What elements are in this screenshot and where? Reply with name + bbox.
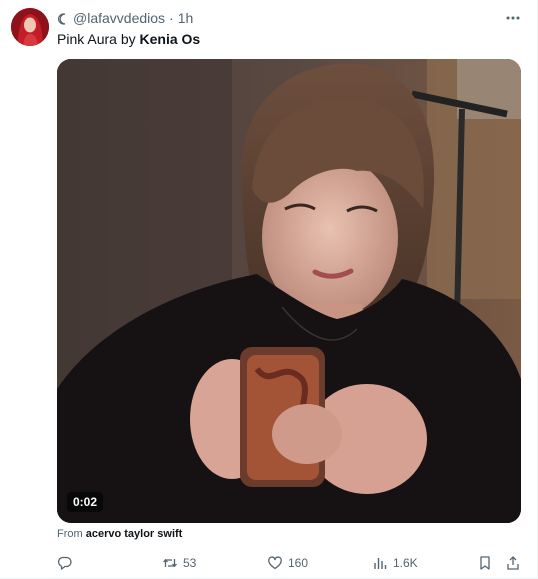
separator-dot: · bbox=[169, 10, 174, 26]
more-icon[interactable] bbox=[503, 9, 523, 27]
video-duration: 0:02 bbox=[67, 492, 104, 512]
tweet-text: Pink Aura by Kenia Os bbox=[57, 30, 200, 48]
heart-icon bbox=[268, 556, 282, 570]
reply-button[interactable] bbox=[57, 552, 78, 574]
views-count: 1.6K bbox=[393, 556, 418, 570]
retweet-count: 53 bbox=[183, 556, 197, 570]
media-source[interactable]: From acervo taylor swift bbox=[57, 528, 182, 540]
tweet-header: @lafavvdedios · 1h bbox=[57, 9, 193, 27]
timestamp[interactable]: 1h bbox=[178, 10, 194, 26]
user-handle[interactable]: @lafavvdedios bbox=[73, 10, 165, 26]
tweet-text-bold: Kenia Os bbox=[139, 31, 201, 47]
tweet-actions: 53 160 1.6K bbox=[57, 552, 525, 574]
media-source-name[interactable]: acervo taylor swift bbox=[86, 528, 183, 540]
like-count: 160 bbox=[288, 556, 309, 570]
retweet-button[interactable]: 53 bbox=[162, 552, 196, 574]
video-frame bbox=[57, 59, 521, 523]
views-button[interactable]: 1.6K bbox=[372, 552, 418, 574]
video-player[interactable]: 0:02 bbox=[57, 59, 521, 523]
bookmark-icon bbox=[480, 556, 490, 570]
like-button[interactable]: 160 bbox=[267, 552, 308, 574]
retweet-icon bbox=[163, 558, 177, 568]
media-source-prefix: From bbox=[57, 528, 86, 540]
reply-icon bbox=[57, 556, 72, 570]
bookmark-button[interactable] bbox=[477, 552, 498, 574]
share-button[interactable] bbox=[505, 552, 526, 574]
avatar[interactable] bbox=[11, 8, 49, 46]
share-icon bbox=[507, 556, 519, 570]
tweet-text-prefix: Pink Aura by bbox=[57, 31, 140, 47]
views-icon bbox=[374, 558, 387, 569]
moon-icon bbox=[57, 12, 69, 25]
